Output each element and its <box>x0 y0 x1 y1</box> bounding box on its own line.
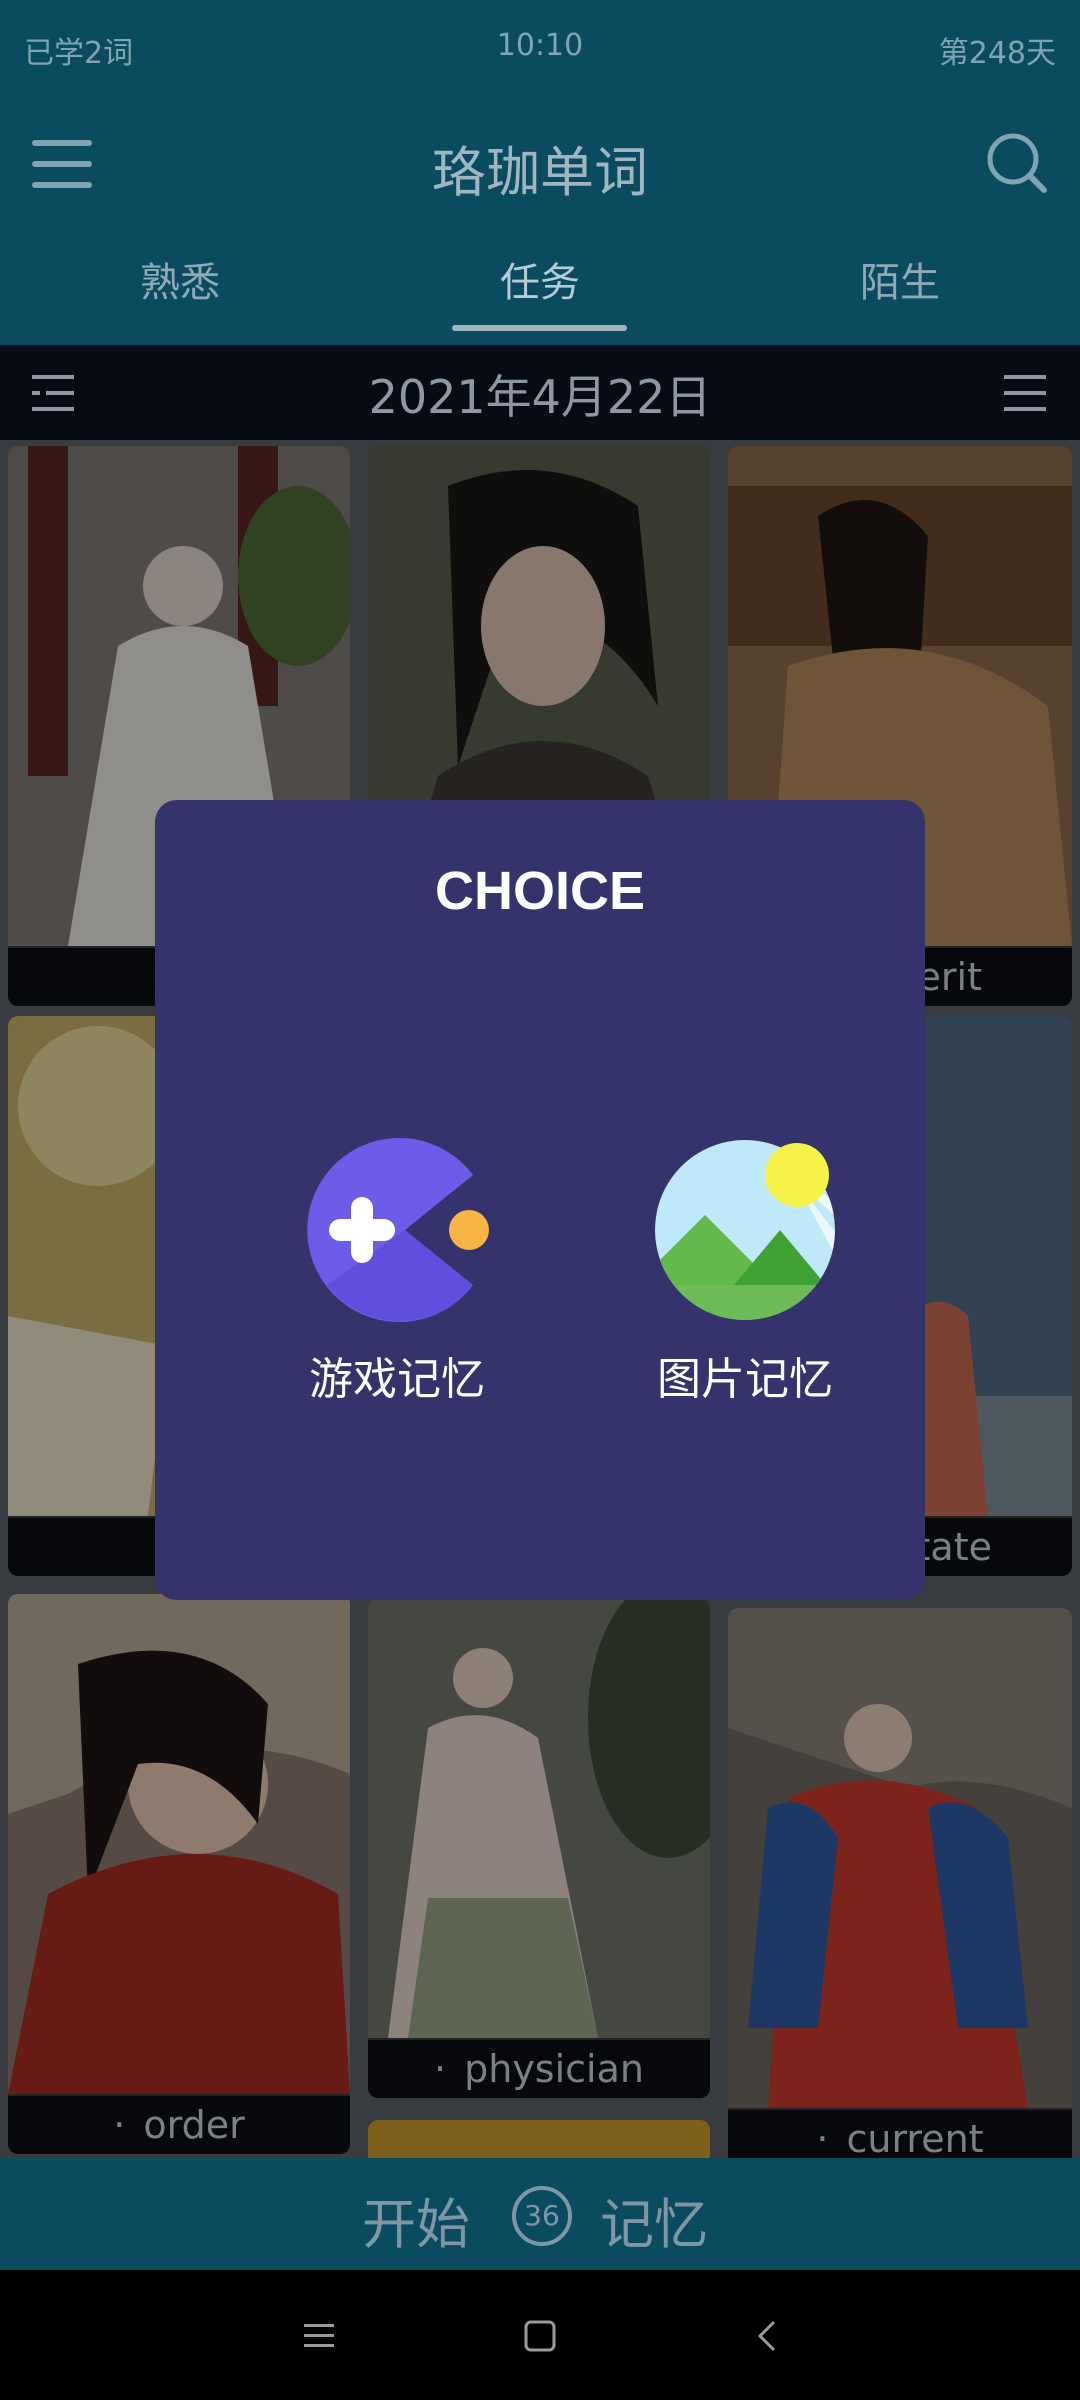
system-nav-bar <box>0 2270 1080 2400</box>
tab-bar: 熟悉 任务 陌生 <box>0 250 1080 345</box>
active-tab-indicator <box>452 325 627 331</box>
memory-label: 记忆 <box>600 2193 708 2256</box>
back-icon[interactable] <box>744 2312 792 2360</box>
word-count-badge: 36 <box>512 2186 572 2246</box>
date-label: 2021年4月22日 <box>368 370 712 424</box>
clock: 10:10 <box>496 28 584 63</box>
choice-dialog: CHOICE 游戏记忆 图片记忆 <box>155 800 925 1600</box>
game-memory-label: 游戏记忆 <box>309 1354 485 1405</box>
list-icon[interactable] <box>1002 373 1048 413</box>
start-label: 开始 <box>362 2193 470 2256</box>
home-icon[interactable] <box>516 2312 564 2360</box>
tab-task[interactable]: 任务 <box>360 250 720 308</box>
picture-memory-option[interactable]: 图片记忆 <box>615 1135 875 1435</box>
landscape-picture-icon <box>655 1140 835 1320</box>
app-bar: 已学2词 10:10 第248天 珞珈单词 熟悉 任务 陌生 <box>0 0 1080 345</box>
tab-unfamiliar[interactable]: 陌生 <box>720 250 1080 308</box>
date-bar: 2021年4月22日 <box>0 345 1080 440</box>
day-count: 第248天 <box>938 36 1056 71</box>
game-memory-option[interactable]: 游戏记忆 <box>267 1135 527 1435</box>
recent-apps-icon[interactable] <box>296 2312 344 2360</box>
start-memory-button[interactable]: 开始 36 记忆 <box>0 2158 1080 2270</box>
pacman-game-icon <box>307 1138 489 1322</box>
dialog-title: CHOICE <box>434 861 645 921</box>
tab-familiar[interactable]: 熟悉 <box>0 250 360 308</box>
app-title: 珞珈单词 <box>432 141 648 204</box>
search-icon[interactable] <box>986 132 1048 194</box>
picture-memory-label: 图片记忆 <box>657 1354 833 1405</box>
